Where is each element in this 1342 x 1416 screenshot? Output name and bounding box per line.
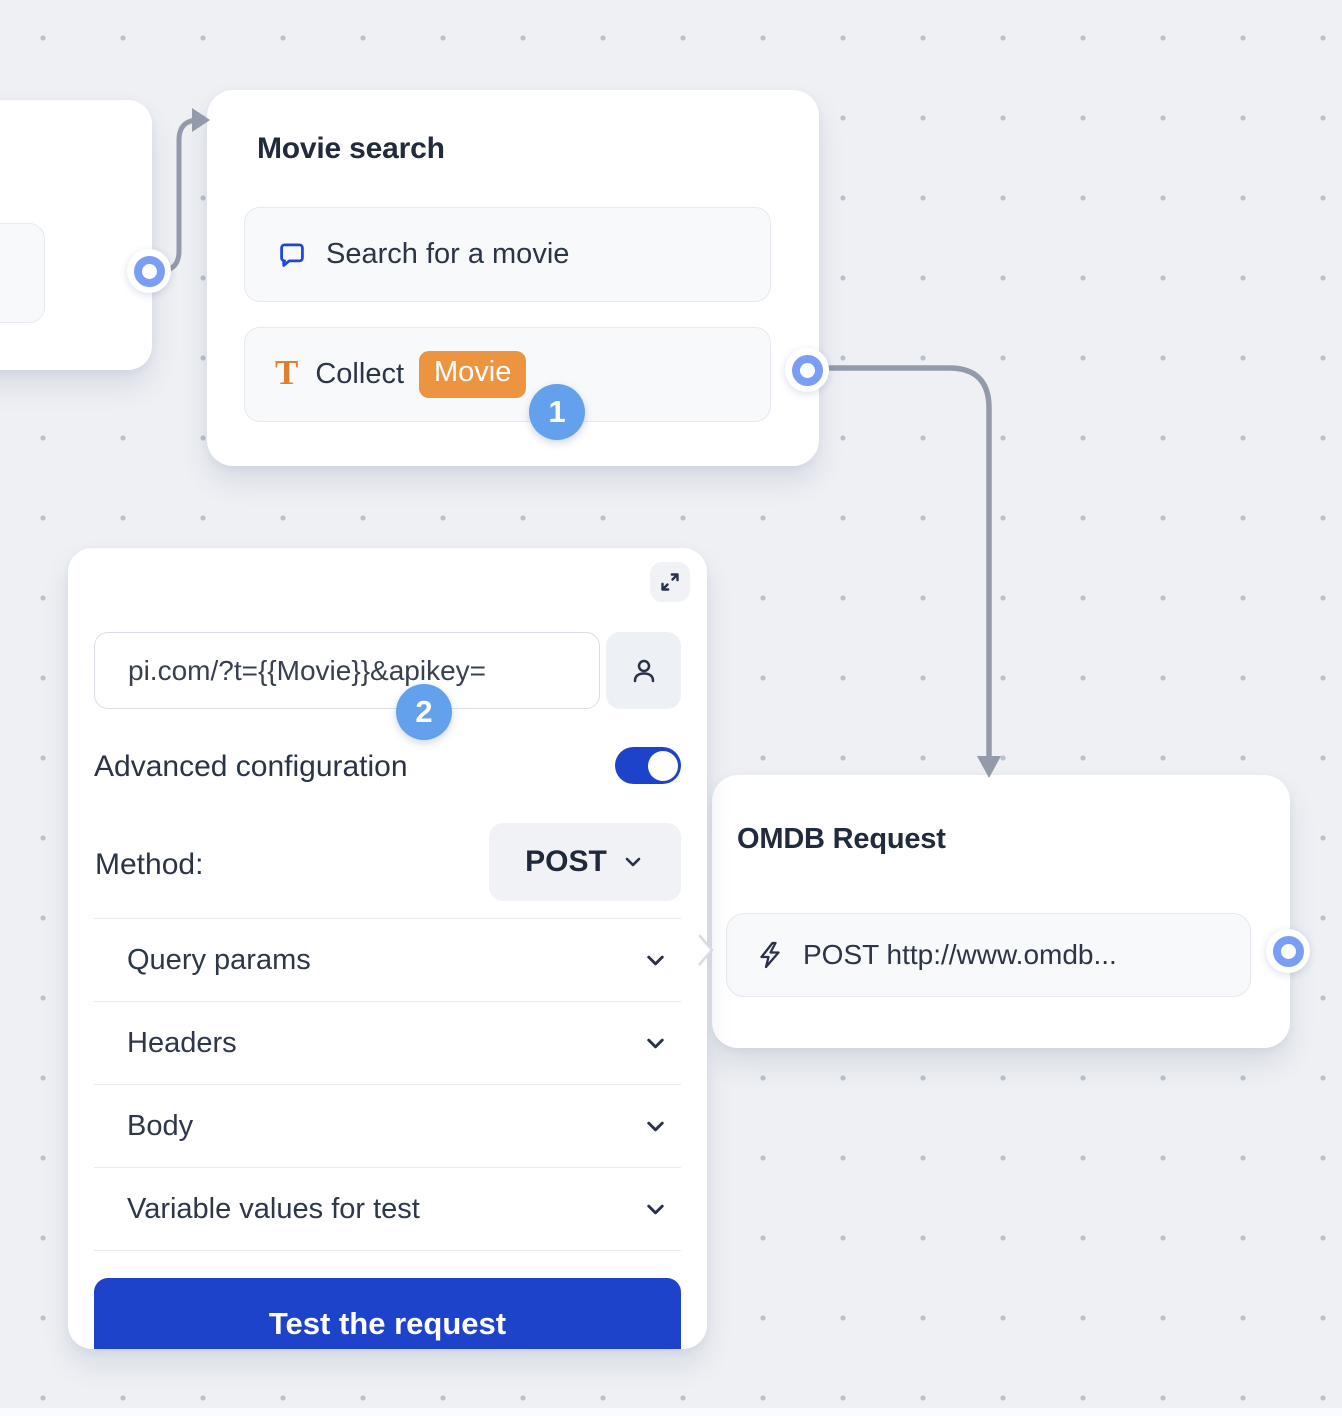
section-label: Query params [127,944,311,977]
port-ring [1273,936,1304,967]
advanced-configuration-toggle[interactable] [615,747,681,784]
expand-button[interactable] [650,562,690,602]
partial-left-node[interactable] [0,100,152,370]
section-body[interactable]: Body [94,1085,681,1168]
section-query-params[interactable]: Query params [94,919,681,1002]
section-label: Body [127,1110,193,1143]
chevron-down-icon [642,947,669,974]
question-block-label: Search for a movie [326,238,569,271]
method-dropdown[interactable]: POST [489,823,681,901]
expand-icon [657,569,683,595]
connector-left-to-movie-search [153,120,199,271]
variable-chip-movie[interactable]: Movie [419,351,526,399]
section-label: Headers [127,1027,237,1060]
person-icon [627,654,661,688]
movie-search-node[interactable]: Movie search Search for a movie T Collec… [207,90,819,466]
chat-bubble-icon [275,238,309,272]
flow-canvas[interactable]: Movie search Search for a movie T Collec… [0,0,1342,1416]
advanced-configuration-label: Advanced configuration [94,750,408,784]
omdb-request-title: OMDB Request [737,823,946,856]
chevron-down-icon [642,1196,669,1223]
toggle-knob [648,751,678,781]
section-label: Variable values for test [127,1193,420,1226]
collect-block[interactable]: T Collect Movie [244,327,771,422]
user-variable-button[interactable] [606,632,681,709]
text-icon: T [275,355,298,390]
webhook-settings-panel[interactable]: 2 Advanced configuration Method: POST Qu… [68,548,707,1349]
section-headers[interactable]: Headers [94,1002,681,1085]
omdb-request-node[interactable]: OMDB Request POST http://www.omdb... [712,775,1290,1048]
step-badge-1: 1 [529,384,585,440]
url-input[interactable] [94,632,600,709]
panel-sections: Query params Headers Body Variable value… [94,918,681,1251]
connector-movie-search-to-omdb [826,368,989,758]
collect-block-label: Collect [315,358,404,391]
method-label: Method: [95,848,203,882]
port-left-node-output[interactable] [127,249,171,293]
lightning-icon [754,939,786,971]
chevron-down-icon [642,1113,669,1140]
webhook-block[interactable]: POST http://www.omdb... [726,913,1251,997]
chevron-down-icon [621,850,645,874]
chevron-down-icon [642,1030,669,1057]
step-badge-2: 2 [396,684,452,740]
port-omdb-output[interactable] [1266,929,1310,973]
partial-left-block[interactable] [0,223,45,323]
bottom-card-edge [0,1408,1342,1416]
method-value: POST [525,845,607,879]
webhook-block-label: POST http://www.omdb... [803,939,1117,971]
question-block[interactable]: Search for a movie [244,207,771,302]
port-movie-search-output[interactable] [785,348,829,392]
section-variable-values[interactable]: Variable values for test [94,1168,681,1251]
test-request-button[interactable]: Test the request [94,1278,681,1349]
port-ring [134,256,165,287]
movie-search-title: Movie search [257,132,445,166]
port-ring [792,355,823,386]
